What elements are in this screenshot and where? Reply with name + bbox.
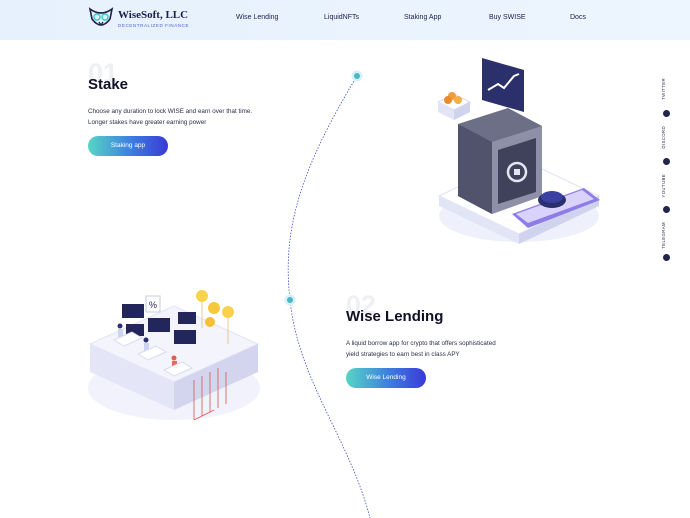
trading-desk-illustration: % bbox=[88, 290, 260, 421]
social-twitter[interactable]: TWITTER bbox=[661, 78, 673, 118]
section-desc-lending-line1: A liquid borrow app for crypto that offe… bbox=[346, 340, 496, 347]
twitter-icon bbox=[663, 110, 670, 117]
telegram-icon bbox=[663, 254, 670, 261]
social-telegram-label: TELEGRAM bbox=[661, 222, 666, 249]
section-title-stake: Stake bbox=[88, 76, 129, 93]
social-twitter-label: TWITTER bbox=[661, 78, 666, 100]
staking-app-button[interactable]: Staking app bbox=[88, 136, 168, 156]
social-discord-label: DISCORD bbox=[661, 126, 666, 149]
vault-illustration bbox=[436, 58, 601, 244]
discord-icon bbox=[663, 158, 670, 165]
timeline-dot-lending bbox=[284, 294, 296, 306]
timeline-dot-stake bbox=[351, 70, 363, 82]
wise-lending-button[interactable]: Wise Lending bbox=[346, 368, 426, 388]
section-desc-stake-line2: Longer stakes have greater earning power bbox=[88, 119, 207, 126]
svg-text:%: % bbox=[149, 300, 157, 310]
youtube-icon bbox=[663, 206, 670, 213]
social-youtube[interactable]: YOUTUBE bbox=[661, 174, 673, 214]
social-telegram[interactable]: TELEGRAM bbox=[661, 222, 673, 262]
section-desc-stake-line1: Choose any duration to lock WISE and ear… bbox=[88, 108, 253, 115]
social-discord[interactable]: DISCORD bbox=[661, 126, 673, 166]
section-desc-lending-line2: yield strategies to earn best in class A… bbox=[346, 351, 460, 358]
social-youtube-label: YOUTUBE bbox=[661, 174, 666, 198]
section-title-lending: Wise Lending bbox=[346, 308, 444, 325]
